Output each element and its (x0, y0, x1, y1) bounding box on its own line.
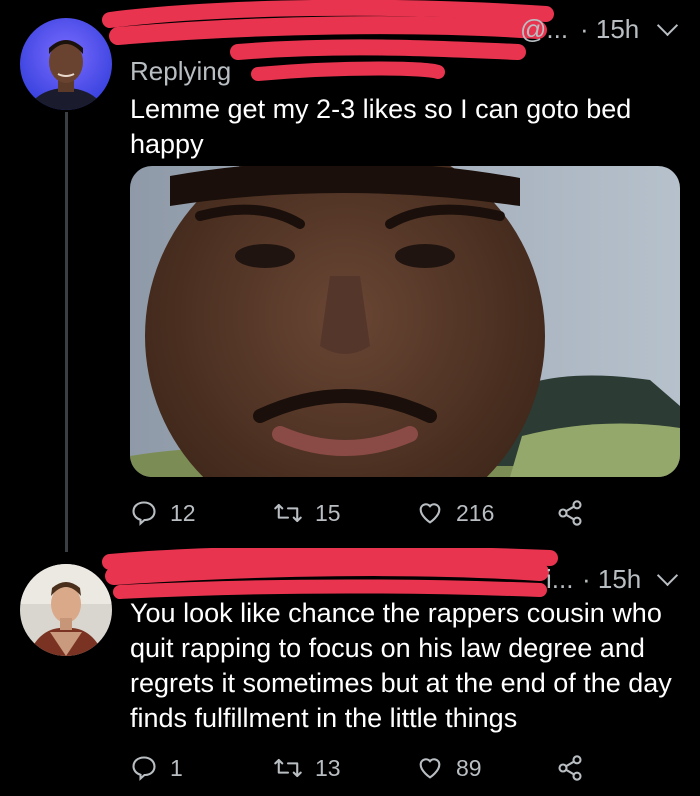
handle-suffix[interactable]: @... (520, 14, 568, 45)
tweet-text: Lemme get my 2-3 likes so I can goto bed… (130, 92, 631, 162)
tweet-text-line: You look like chance the rappers cousin … (130, 598, 662, 628)
thread-line (65, 112, 68, 552)
like-count: 89 (456, 754, 482, 781)
reply-count: 12 (170, 499, 196, 526)
share-button[interactable] (556, 751, 584, 785)
avatar[interactable] (20, 564, 112, 656)
reply-button[interactable]: 12 (130, 496, 196, 530)
tweet-text-line: quit rapping to focus on his law degree … (130, 633, 645, 663)
tweet-text-line: regrets it sometimes but at the end of t… (130, 668, 672, 698)
reply-button[interactable]: 1 (130, 751, 183, 785)
tweet-text-line: finds fulfillment in the little things (130, 703, 518, 733)
tweet-photo[interactable] (130, 166, 680, 477)
tweet-text-line: happy (130, 129, 204, 159)
tweet-text: You look like chance the rappers cousin … (130, 596, 672, 736)
like-count: 216 (456, 499, 495, 526)
retweet-count: 15 (315, 499, 341, 526)
chevron-down-icon[interactable] (656, 14, 679, 37)
tweet-actions: 12 15 216 (130, 496, 600, 530)
like-icon (419, 758, 441, 779)
reply-icon (132, 756, 156, 781)
reply-icon (132, 501, 156, 526)
timestamp[interactable]: · 15h (580, 14, 639, 45)
like-button[interactable]: 89 (416, 751, 482, 785)
retweet-count: 13 (315, 754, 341, 781)
share-button[interactable] (556, 496, 584, 530)
share-icon (558, 500, 582, 526)
tweet-actions: 1 13 89 (130, 751, 600, 785)
share-icon (558, 755, 582, 781)
replying-to-label: Replying (130, 56, 232, 86)
retweet-icon (274, 503, 302, 523)
like-icon (419, 503, 441, 524)
timestamp[interactable]: · 15h (582, 564, 641, 595)
tweet-text-line: Lemme get my 2-3 likes so I can goto bed (130, 94, 632, 124)
like-button[interactable]: 216 (416, 496, 494, 530)
reply-count: 1 (170, 754, 183, 781)
retweet-button[interactable]: 13 (273, 751, 341, 785)
retweet-icon (274, 758, 302, 778)
handle-suffix[interactable]: i... (546, 564, 573, 595)
chevron-down-icon[interactable] (656, 564, 679, 587)
retweet-button[interactable]: 15 (273, 496, 341, 530)
